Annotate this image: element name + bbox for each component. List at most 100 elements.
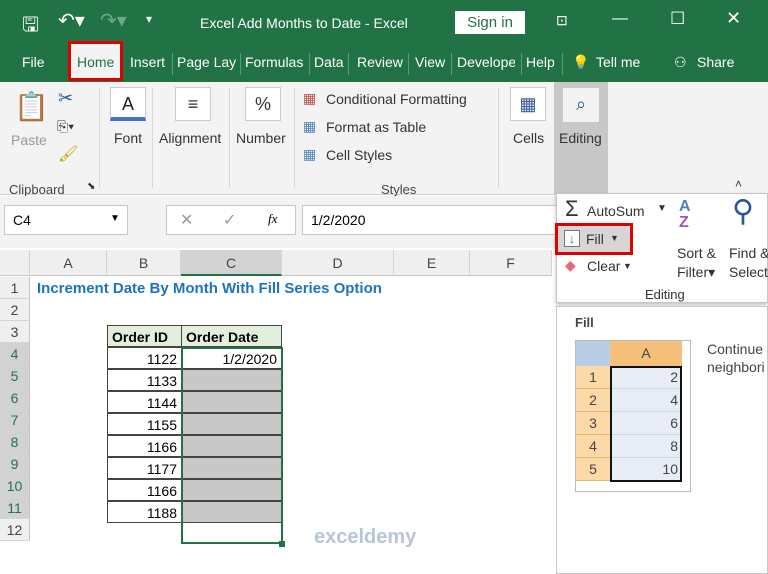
tab-page-layout[interactable]: Page Lay (177, 54, 236, 70)
tooltip-title: Fill (575, 315, 594, 330)
order-id-cell[interactable]: 1133 (107, 369, 182, 391)
row-header[interactable]: 8 (0, 431, 30, 453)
preview-row-header: 1 (576, 366, 610, 389)
alignment-button[interactable]: Alignment (159, 130, 221, 146)
order-id-cell[interactable]: 1144 (107, 391, 182, 413)
alignment-icon[interactable]: ≡ (175, 87, 211, 121)
collapse-ribbon-icon[interactable]: ˄ (735, 177, 742, 191)
share-button[interactable]: Share (697, 54, 734, 70)
save-icon[interactable]: 🖫 (22, 10, 39, 44)
eraser-icon: ◆ (565, 257, 576, 273)
enter-icon[interactable]: ✓ (223, 210, 236, 230)
header-order-date[interactable]: Order Date (181, 325, 282, 347)
sign-in-button[interactable]: Sign in (455, 11, 525, 34)
tab-review[interactable]: Review (357, 54, 403, 70)
dialog-launcher-icon[interactable]: ⬊ (87, 181, 95, 192)
row-header[interactable]: 5 (0, 365, 30, 387)
order-id-cell[interactable]: 1166 (107, 479, 182, 501)
cell-styles-button[interactable]: Cell Styles (326, 147, 392, 163)
order-id-cell[interactable]: 1177 (107, 457, 182, 479)
tell-me[interactable]: Tell me (596, 54, 640, 70)
preview-row-header: 5 (576, 458, 610, 481)
user-icon: ⚇ (674, 54, 687, 70)
select-all[interactable] (0, 250, 30, 276)
format-painter-icon[interactable]: 🖌 (58, 144, 78, 164)
font-icon[interactable]: A (110, 87, 146, 121)
editing-dropdown: Σ AutoSum ▼ ↓ Fill ▼ ◆ Clear ▼ AZ Sort &… (555, 193, 768, 303)
ribbon: 📋 Paste ✂ ⎘▾ 🖌 Clipboard ⬊ A Font ≡ Alig… (0, 82, 768, 197)
column-header[interactable]: B (107, 250, 181, 276)
find-select-icon: ⚲ (732, 195, 754, 228)
tab-view[interactable]: View (415, 54, 445, 70)
tooltip-preview: A 1 2 2 4 3 6 4 8 5 10 (575, 340, 691, 492)
row-header[interactable]: 4 (0, 343, 30, 365)
column-header[interactable]: F (470, 250, 552, 276)
close-icon[interactable]: ✕ (726, 8, 741, 29)
row-header[interactable]: 9 (0, 453, 30, 475)
row-header[interactable]: 7 (0, 409, 30, 431)
autosum-button[interactable]: AutoSum (587, 203, 645, 219)
tab-data[interactable]: Data (314, 54, 344, 70)
clear-button[interactable]: Clear (587, 258, 620, 274)
row-header[interactable]: 12 (0, 519, 30, 541)
maximize-icon[interactable]: ☐ (670, 9, 685, 29)
percent-icon[interactable]: % (245, 87, 281, 121)
insert-function-icon[interactable]: fx (268, 211, 277, 227)
document-title: Excel Add Months to Date - Excel (200, 15, 408, 31)
order-id-cell[interactable]: 1166 (107, 435, 182, 457)
sheet-heading: Increment Date By Month With Fill Series… (37, 280, 382, 297)
paste-button[interactable]: Paste (11, 132, 47, 148)
find-icon: ⌕ (563, 88, 599, 122)
tab-help[interactable]: Help (526, 54, 555, 70)
cancel-icon[interactable]: ✕ (180, 210, 193, 230)
tab-insert[interactable]: Insert (130, 54, 165, 70)
row-header[interactable]: 6 (0, 387, 30, 409)
number-button[interactable]: Number (236, 130, 286, 146)
conditional-formatting-button[interactable]: Conditional Formatting (326, 91, 467, 107)
format-as-table-button[interactable]: Format as Table (326, 119, 426, 135)
sort-filter-icon: AZ (679, 198, 691, 231)
order-id-cell[interactable]: 1155 (107, 413, 182, 435)
lightbulb-icon: 💡 (572, 54, 590, 70)
cells-icon[interactable]: ▦ (510, 87, 546, 121)
tab-developer[interactable]: Develope (457, 54, 515, 70)
column-header[interactable]: D (282, 250, 394, 276)
customize-icon[interactable]: ▾ (146, 12, 152, 26)
tab-home[interactable]: Home (77, 54, 114, 70)
paste-icon[interactable]: 📋 (14, 90, 49, 123)
tooltip-description: Continue neighbori (707, 341, 765, 375)
copy-icon[interactable]: ⎘▾ (57, 118, 74, 135)
cut-icon[interactable]: ✂ (58, 88, 73, 109)
tab-file[interactable]: File (22, 54, 45, 70)
row-header[interactable]: 1 (0, 277, 30, 299)
row-header[interactable]: 11 (0, 497, 30, 519)
tab-formulas[interactable]: Formulas (245, 54, 303, 70)
row-header[interactable]: 2 (0, 299, 30, 321)
editing-button[interactable]: ⌕ Editing (554, 82, 608, 195)
title-bar: 🖫 ↶▾ ↷▾ ▾ Excel Add Months to Date - Exc… (0, 0, 768, 45)
fill-button[interactable]: ↓ Fill ▼ (555, 223, 633, 255)
ribbon-tabs: File Home Insert Page Lay Formulas Data … (0, 41, 768, 82)
order-id-cell[interactable]: 1122 (107, 347, 182, 369)
fill-tooltip: Fill A 1 2 2 4 3 6 4 8 5 10 Continue neighbori (556, 306, 768, 574)
styles-group-label: Styles (381, 182, 417, 197)
undo-icon[interactable]: ↶▾ (58, 8, 85, 33)
minimize-icon[interactable]: — (612, 10, 628, 28)
order-id-cell[interactable]: 1188 (107, 501, 182, 523)
autosum-icon: Σ (565, 196, 579, 221)
header-order-id[interactable]: Order ID (107, 325, 182, 347)
cells-button[interactable]: Cells (513, 130, 544, 146)
font-button[interactable]: Font (114, 130, 142, 146)
redo-icon: ↷▾ (100, 10, 127, 32)
column-header[interactable]: C (181, 250, 282, 276)
row-header[interactable]: 10 (0, 475, 30, 497)
formula-input[interactable]: 1/2/2020 (302, 205, 562, 235)
preview-row-header: 3 (576, 412, 610, 435)
sort-filter-button[interactable]: Sort & Filter▾ (677, 244, 716, 282)
ribbon-display-icon[interactable]: ⊡ (556, 12, 568, 29)
column-header[interactable]: A (30, 250, 107, 276)
fill-handle[interactable] (279, 541, 285, 547)
row-header[interactable]: 3 (0, 321, 30, 343)
find-select-button[interactable]: Find & Select (729, 244, 768, 282)
column-header[interactable]: E (394, 250, 470, 276)
